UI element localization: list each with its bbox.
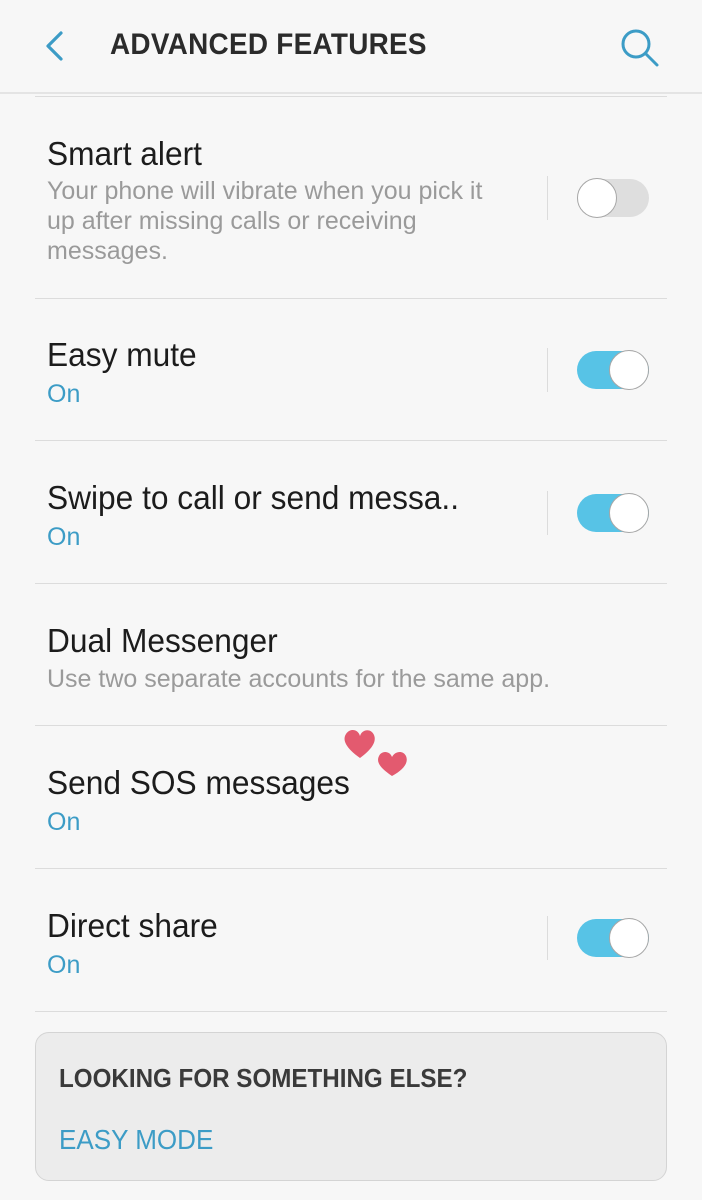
divider: [547, 348, 548, 392]
setting-description: Your phone will vibrate when you pick it…: [47, 177, 483, 265]
setting-swipe-to-call[interactable]: Swipe to call or send messa.. On: [35, 441, 667, 584]
hearts-sticker-icon: [344, 730, 407, 776]
setting-title: Dual Messenger: [47, 622, 278, 659]
setting-status: On: [47, 380, 81, 408]
setting-easy-mute[interactable]: Easy mute On: [35, 298, 667, 441]
smart-alert-toggle[interactable]: [577, 178, 649, 218]
back-button[interactable]: [36, 26, 76, 66]
suggestion-heading: LOOKING FOR SOMETHING ELSE?: [59, 1063, 468, 1093]
setting-title: Smart alert: [47, 135, 202, 172]
divider: [547, 491, 548, 535]
setting-direct-share[interactable]: Direct share On: [35, 869, 667, 1012]
toggle-knob: [609, 350, 649, 390]
divider: [547, 176, 548, 220]
direct-share-toggle[interactable]: [577, 918, 649, 958]
app-header: ADVANCED FEATURES: [0, 0, 702, 94]
toggle-knob: [577, 178, 617, 218]
setting-status: On: [47, 808, 81, 836]
setting-description: Use two separate accounts for the same a…: [47, 665, 551, 693]
search-icon: [621, 29, 659, 67]
setting-title: Send SOS messages: [47, 764, 350, 801]
chevron-left-icon: [46, 31, 63, 61]
setting-title: Easy mute: [47, 336, 197, 373]
setting-status: On: [47, 523, 81, 551]
easy-mode-link[interactable]: EASY MODE: [59, 1124, 213, 1156]
setting-smart-alert[interactable]: Smart alert Your phone will vibrate when…: [35, 96, 667, 299]
setting-status: On: [47, 951, 81, 979]
toggle-knob: [609, 918, 649, 958]
setting-dual-messenger[interactable]: Dual Messenger Use two separate accounts…: [35, 584, 667, 726]
setting-title: Swipe to call or send messa..: [47, 479, 460, 516]
swipe-to-call-toggle[interactable]: [577, 493, 649, 533]
page-title: ADVANCED FEATURES: [110, 28, 427, 61]
easy-mute-toggle[interactable]: [577, 350, 649, 390]
setting-title: Direct share: [47, 907, 218, 944]
divider: [547, 916, 548, 960]
search-button[interactable]: [616, 24, 662, 70]
toggle-knob: [609, 493, 649, 533]
suggestion-card: LOOKING FOR SOMETHING ELSE? EASY MODE: [35, 1032, 667, 1181]
